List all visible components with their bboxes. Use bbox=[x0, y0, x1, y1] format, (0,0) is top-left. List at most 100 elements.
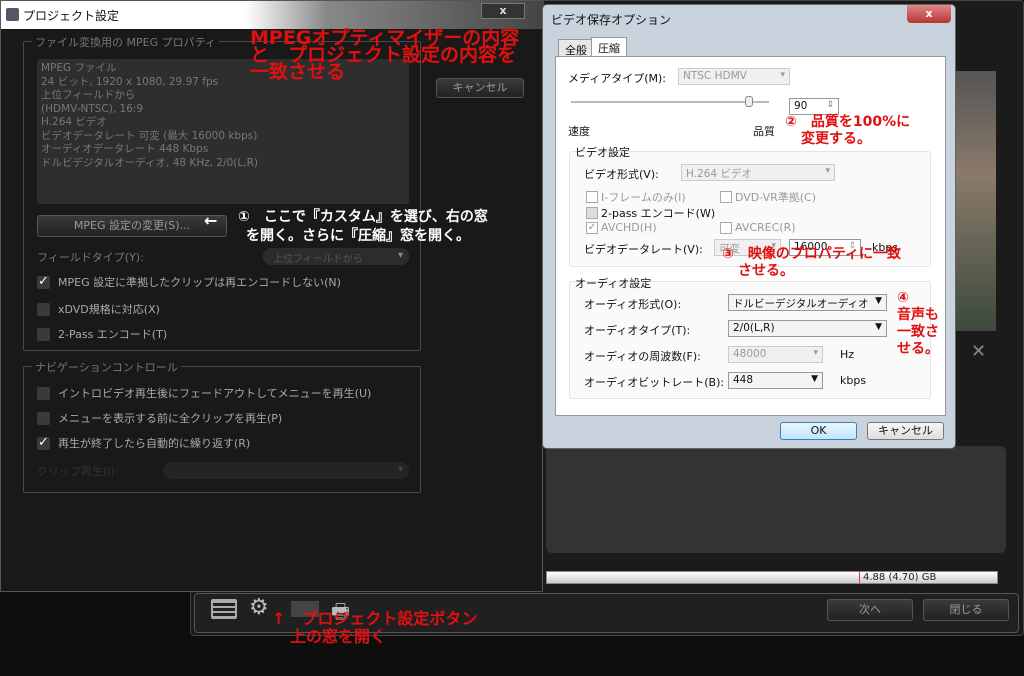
speed-label: 速度 bbox=[568, 125, 590, 138]
info-line: ドルビデジタルオーディオ, 48 KHz, 2/0(L,R) bbox=[41, 156, 258, 169]
annotation-line: ① ここで『カスタム』を選び、右の窓 bbox=[238, 209, 488, 225]
video-format-label: ビデオ形式(V): bbox=[584, 168, 659, 181]
checkbox-label: 再生が終了したら自動的に繰り返す(R) bbox=[58, 437, 251, 450]
media-type-value: NTSC HDMV bbox=[683, 70, 747, 82]
checkbox-checked: ✓ bbox=[586, 221, 598, 234]
checkbox-label: I-フレームのみ(I) bbox=[601, 191, 686, 204]
annotation-line: させる。 bbox=[738, 263, 794, 279]
checkbox-unchecked bbox=[37, 411, 50, 425]
dvd-vr-checkbox[interactable]: DVD-VR準拠(C) bbox=[720, 189, 816, 205]
slider-thumb[interactable] bbox=[745, 96, 754, 107]
video-format-value: H.264 ビデオ bbox=[686, 168, 752, 180]
checkbox-unchecked bbox=[37, 327, 50, 341]
avcrec-checkbox[interactable]: AVCREC(R) bbox=[720, 221, 796, 234]
close-button[interactable]: 閉じる bbox=[923, 599, 1009, 621]
chevron-down-icon: ▼ bbox=[811, 374, 818, 384]
info-line: (HDMV-NTSC), 16:9 bbox=[41, 102, 144, 115]
info-line: H.264 ビデオ bbox=[41, 116, 107, 128]
field-type-label: フィールドタイプ(Y): bbox=[37, 251, 144, 264]
chapter-menu-icon[interactable] bbox=[211, 599, 237, 619]
clip-play-label: クリップ再生(I): bbox=[37, 465, 119, 478]
checkbox-label: AVCHD(H) bbox=[601, 221, 657, 234]
checkbox-label: MPEG 設定に準拠したクリップは再エンコードしない(N) bbox=[58, 276, 341, 289]
audio-frequency-dropdown[interactable]: 48000 ▾ bbox=[728, 346, 823, 363]
next-button[interactable]: 次へ bbox=[827, 599, 913, 621]
checkbox-unchecked bbox=[720, 221, 732, 234]
play-all-checkbox[interactable]: メニューを表示する前に全クリップを再生(P) bbox=[37, 410, 282, 426]
audio-bitrate-value: 448 bbox=[733, 374, 754, 386]
dialog-title: ビデオ保存オプション bbox=[551, 13, 672, 27]
group-label: ファイル変換用の MPEG プロパティ bbox=[32, 34, 219, 50]
checkbox-label: DVD-VR準拠(C) bbox=[735, 191, 817, 204]
chevron-down-icon: ▾ bbox=[397, 250, 403, 261]
checkbox-label: xDVD規格に対応(X) bbox=[58, 303, 160, 316]
title-bar: プロジェクト設定 bbox=[1, 1, 544, 29]
intro-fade-checkbox[interactable]: イントロビデオ再生後にフェードアウトしてメニューを再生(U) bbox=[37, 385, 371, 401]
quality-spinbox[interactable]: 90 ⇕ bbox=[789, 98, 839, 115]
no-reencode-checkbox[interactable]: ✓ MPEG 設定に準拠したクリップは再エンコードしない(N) bbox=[37, 274, 341, 290]
kbps-unit: kbps bbox=[840, 374, 867, 387]
annotation-step1: ① ここで『カスタム』を選び、右の窓 を開く。さらに『圧縮』窓を開く。 bbox=[238, 208, 488, 246]
project-settings-dialog: プロジェクト設定 x ファイル変換用の MPEG プロパティ MPEG ファイル… bbox=[0, 0, 544, 592]
annotation-line: ② 品質を100%に bbox=[785, 114, 911, 130]
checkbox-label: 2-Pass エンコード(T) bbox=[58, 328, 168, 341]
cancel-button[interactable]: キャンセル bbox=[867, 422, 944, 440]
annotation-line: を開く。さらに『圧縮』窓を開く。 bbox=[246, 228, 470, 244]
field-type-dropdown[interactable]: 上位フィールドから ▾ bbox=[263, 248, 409, 265]
checkbox-unchecked bbox=[586, 191, 598, 203]
auto-repeat-checkbox[interactable]: ✓ 再生が終了したら自動的に繰り返す(R) bbox=[37, 435, 250, 451]
disc-usage-bar: 4.88 (4.70) GB bbox=[546, 571, 998, 584]
annotation-line: ↑ プロジェクト設定ボタン bbox=[272, 609, 478, 628]
arrow-annotation: ← bbox=[204, 211, 218, 230]
tab-compression[interactable]: 圧縮 bbox=[591, 37, 627, 57]
close-button[interactable]: x bbox=[907, 5, 951, 23]
chevron-down-icon: ▼ bbox=[875, 322, 882, 332]
checkbox-checked: ✓ bbox=[37, 273, 50, 289]
two-pass-encode-checkbox[interactable]: 2-pass エンコード(W) bbox=[586, 205, 715, 221]
spinner-icon[interactable]: ⇕ bbox=[826, 100, 834, 110]
audio-format-dropdown[interactable]: ドルビーデジタルオーディオ ▼ bbox=[728, 294, 887, 311]
annotation-bottom: ↑ プロジェクト設定ボタン 上の窓を開く bbox=[272, 610, 477, 646]
cancel-button[interactable]: キャンセル bbox=[436, 78, 524, 98]
change-mpeg-settings-button[interactable]: MPEG 設定の変更(S)... bbox=[37, 215, 227, 237]
audio-format-label: オーディオ形式(O): bbox=[584, 298, 682, 311]
two-pass-checkbox[interactable]: 2-Pass エンコード(T) bbox=[37, 326, 167, 342]
app-icon bbox=[6, 8, 19, 21]
info-line: 上位フィールドから bbox=[41, 89, 136, 101]
checkbox-unchecked bbox=[37, 386, 50, 400]
group-label: ナビゲーションコントロール bbox=[32, 359, 181, 375]
checkbox-checked: ✓ bbox=[37, 434, 50, 450]
annotation-line: 一致さ bbox=[897, 324, 939, 340]
annotation-line: 一致させる bbox=[250, 61, 346, 83]
audio-type-dropdown[interactable]: 2/0(L,R) ▼ bbox=[728, 320, 887, 337]
audio-type-value: 2/0(L,R) bbox=[733, 322, 775, 334]
audio-settings-label: オーディオ設定 bbox=[575, 277, 652, 290]
close-button[interactable]: x bbox=[481, 3, 525, 19]
chevron-down-icon: ▾ bbox=[397, 464, 403, 475]
info-panel bbox=[546, 446, 1006, 553]
annotation-step4: ④ 音声も 一致さ せる。 bbox=[897, 290, 939, 358]
ok-button[interactable]: OK bbox=[780, 422, 857, 440]
chevron-down-icon: ▼ bbox=[875, 296, 882, 306]
media-type-label: メディアタイプ(M): bbox=[568, 72, 667, 85]
annotation-line: 上の窓を開く bbox=[290, 627, 387, 646]
audio-type-label: オーディオタイプ(T): bbox=[584, 324, 691, 337]
tab-general[interactable]: 全般 bbox=[558, 39, 594, 57]
audio-bitrate-dropdown[interactable]: 448 ▼ bbox=[728, 372, 823, 389]
chevron-down-icon: ▾ bbox=[780, 70, 785, 80]
audio-frequency-label: オーディオの周波数(F): bbox=[584, 350, 701, 363]
close-preview-icon[interactable]: ✕ bbox=[971, 341, 986, 362]
annotation-line: せる。 bbox=[897, 341, 939, 357]
hz-unit: Hz bbox=[840, 348, 855, 361]
quality-label: 品質 bbox=[753, 125, 775, 138]
iframe-only-checkbox[interactable]: I-フレームのみ(I) bbox=[586, 189, 686, 205]
xdvd-checkbox[interactable]: xDVD規格に対応(X) bbox=[37, 301, 160, 317]
video-format-dropdown[interactable]: H.264 ビデオ ▾ bbox=[681, 164, 835, 181]
quality-slider[interactable] bbox=[571, 96, 769, 107]
clip-play-dropdown[interactable]: ▾ bbox=[163, 462, 409, 479]
avchd-checkbox[interactable]: ✓ AVCHD(H) bbox=[586, 221, 657, 234]
disc-usage-text: 4.88 (4.70) GB bbox=[863, 572, 937, 583]
project-settings-gear-icon[interactable]: ⚙ bbox=[249, 595, 269, 620]
video-settings-label: ビデオ設定 bbox=[575, 146, 630, 159]
media-type-dropdown[interactable]: NTSC HDMV ▾ bbox=[678, 68, 790, 85]
